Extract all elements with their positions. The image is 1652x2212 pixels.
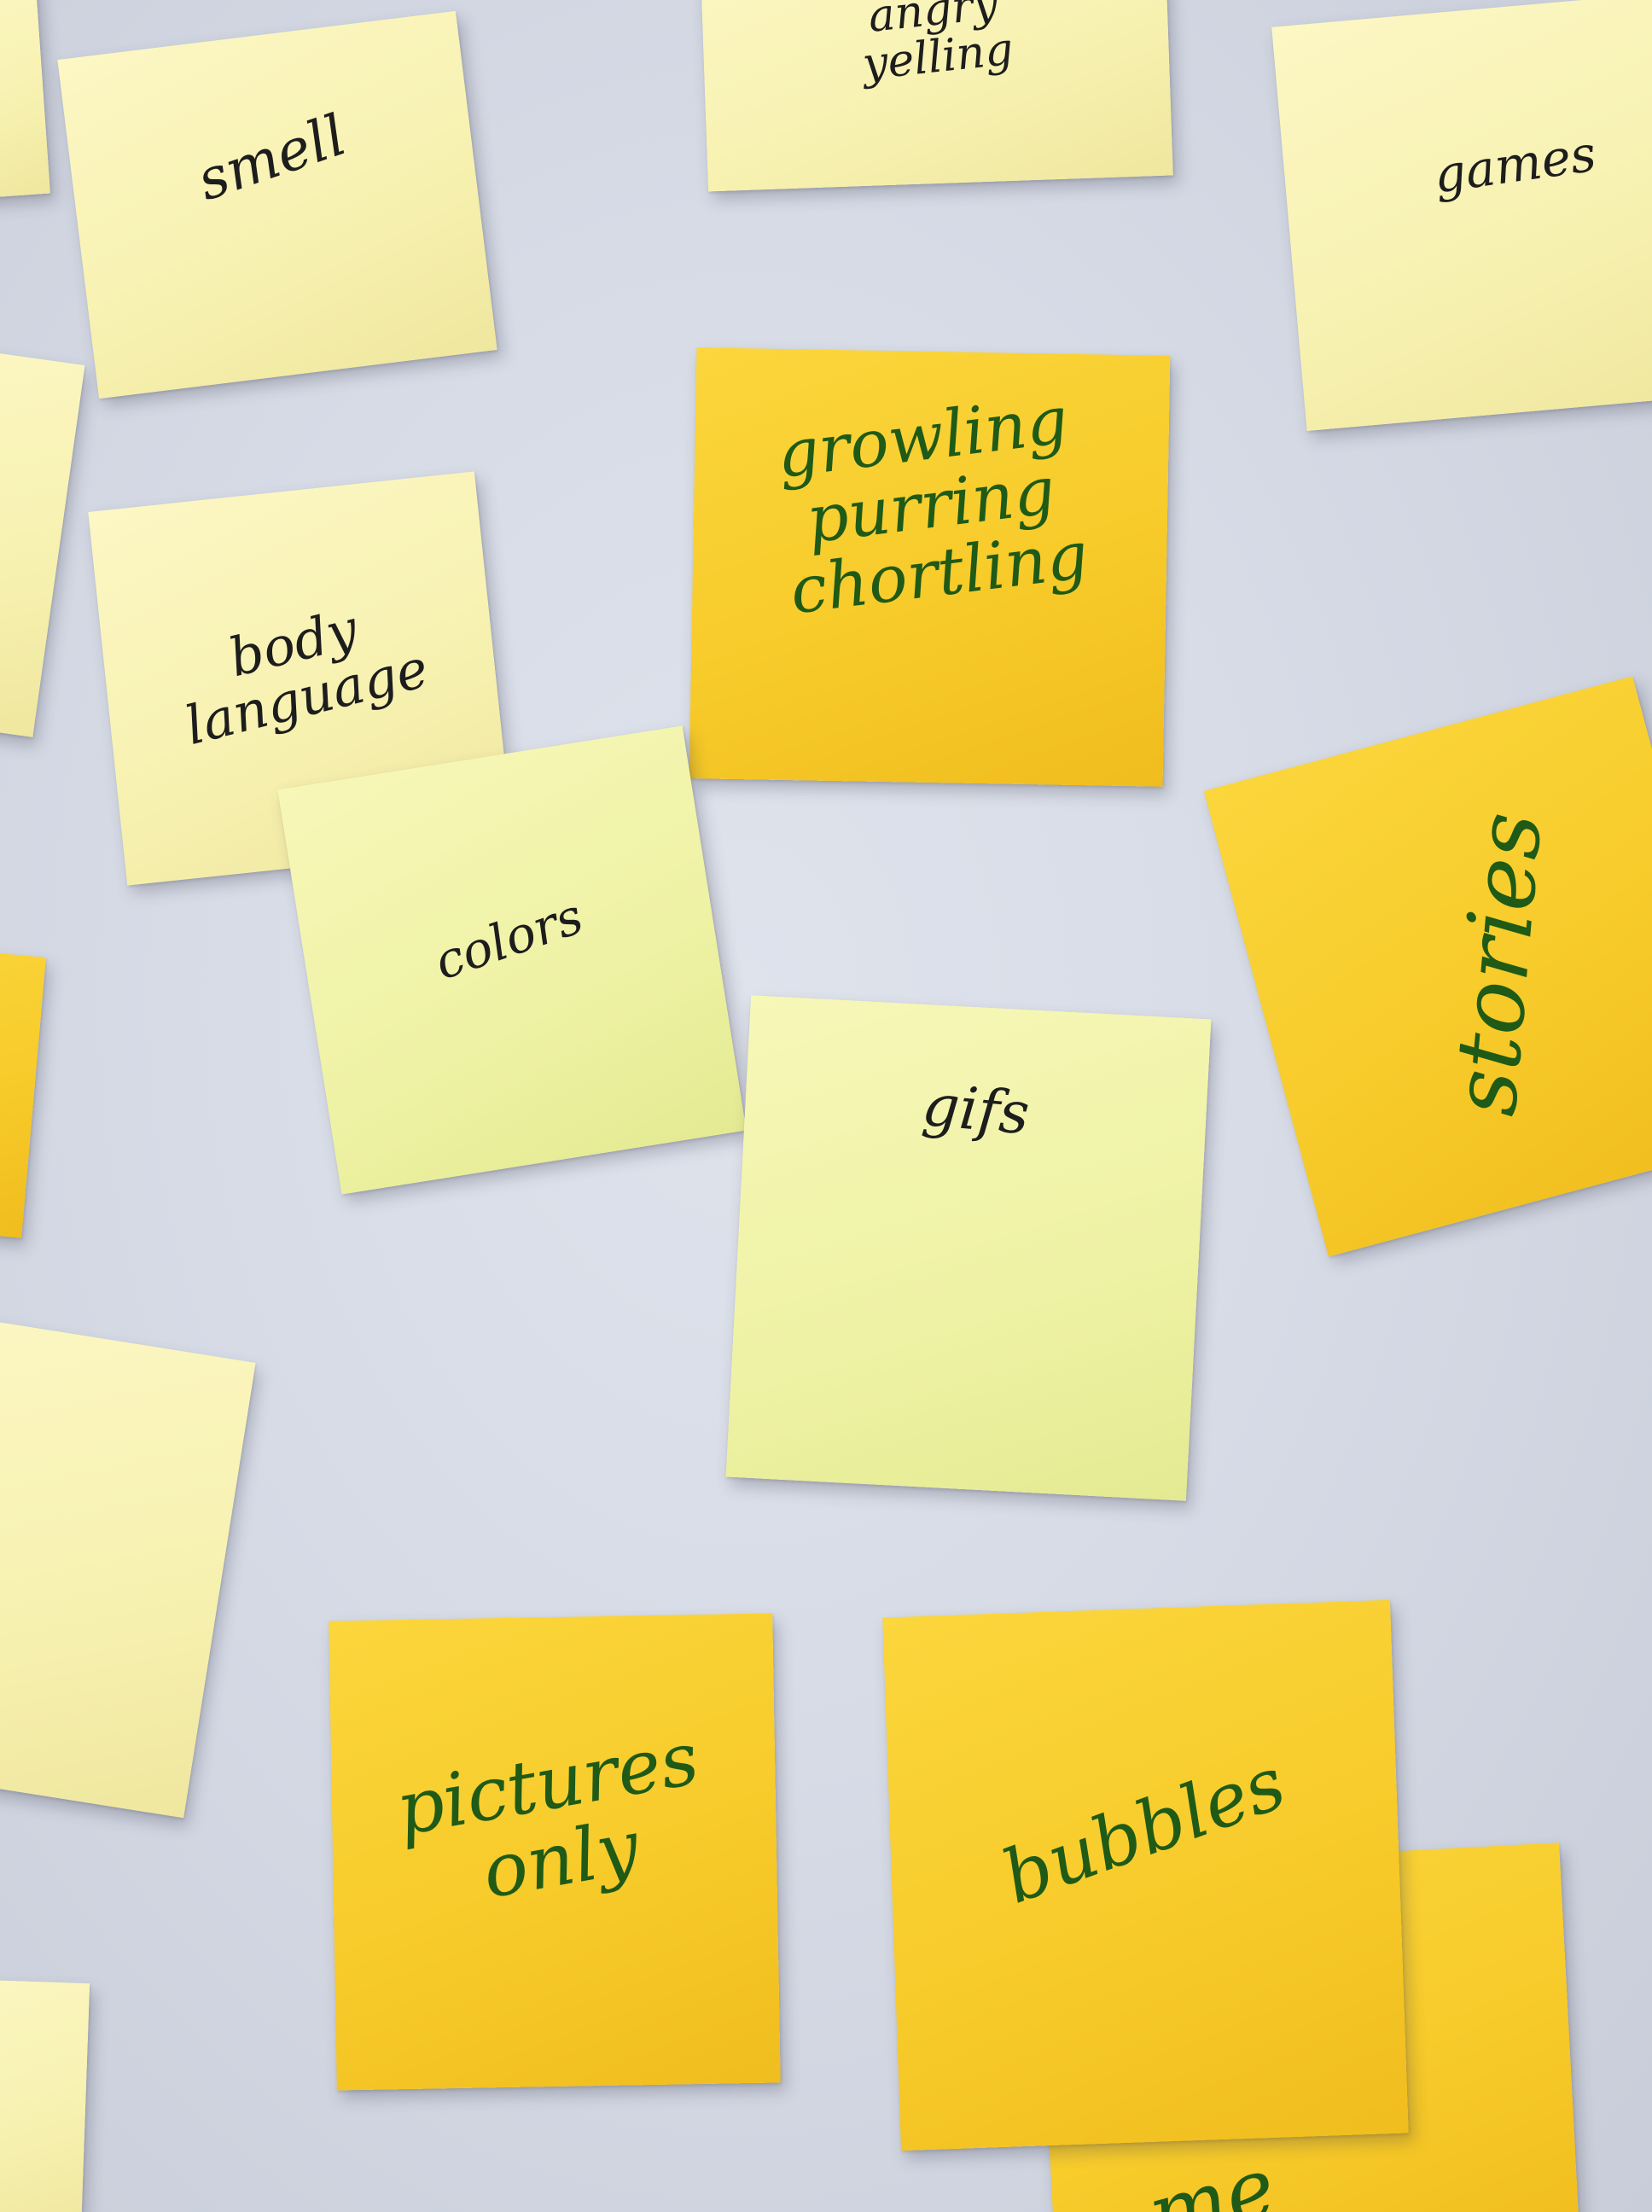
- sticky-note-pictures-only: pictures only: [329, 1613, 781, 2091]
- sticky-note-stories: stories: [1203, 676, 1652, 1257]
- note-text: angry yelling: [860, 0, 1016, 90]
- note-text: pictures only: [390, 1715, 705, 1916]
- sticky-note-growling-purring-chortling: growling purring chortling: [689, 347, 1171, 787]
- note-text: smell: [189, 102, 354, 214]
- note-text: games: [1430, 124, 1600, 205]
- sticky-note-edge-left-upper: [0, 338, 85, 737]
- sticky-note-partial-left: c: [0, 1305, 256, 1819]
- sticky-note-colors: colors: [277, 725, 747, 1195]
- note-text: gifs: [919, 1071, 1032, 1149]
- note-text: bubbles: [992, 1740, 1296, 1921]
- sticky-note-bubbles: bubbles: [882, 1599, 1409, 2151]
- sticky-note-edge-left-bottom: [0, 1976, 90, 2212]
- sticky-note-angry-yelling: angry yelling: [700, 0, 1173, 192]
- sticky-note-edge-left-middle: [0, 938, 46, 1238]
- note-text: stories: [1432, 807, 1562, 1120]
- whiteboard-wall: smell angry yelling games growling purri…: [0, 0, 1652, 2212]
- sticky-note-games: games: [1271, 0, 1652, 432]
- note-text: c: [0, 1499, 228, 1569]
- note-text: body language: [178, 597, 434, 758]
- sticky-note-edge-top-left: [0, 0, 50, 199]
- note-text: growling purring chortling: [772, 381, 1092, 629]
- note-text: colors: [427, 887, 590, 992]
- sticky-note-gifs: gifs: [725, 995, 1212, 1501]
- sticky-note-smell: smell: [57, 10, 497, 399]
